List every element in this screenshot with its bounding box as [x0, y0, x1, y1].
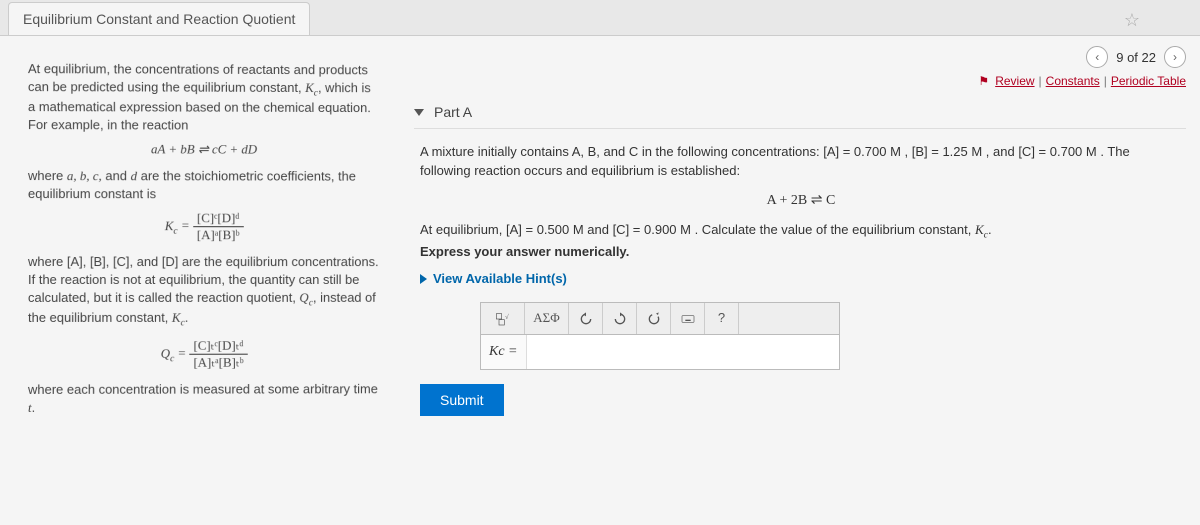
periodic-table-link[interactable]: Periodic Table — [1111, 74, 1186, 88]
question-panel: ☆ ‹ 9 of 22 › ⚑ Review | Constants | Per… — [400, 36, 1200, 525]
keyboard-icon — [680, 311, 696, 327]
coeff-text: where a, b, c, and d are the stoichiomet… — [28, 167, 379, 203]
review-link[interactable]: Review — [995, 74, 1034, 88]
resource-links: ⚑ Review | Constants | Periodic Table — [414, 74, 1186, 88]
answer-input[interactable] — [527, 335, 840, 369]
help-button[interactable]: ? — [705, 303, 739, 334]
redo-icon — [612, 311, 628, 327]
answer-toolbar: √ ΑΣΦ ? — [480, 302, 840, 334]
reaction-equation: A + 2B ⇌ C — [420, 191, 1182, 211]
reset-icon — [646, 311, 662, 327]
question-body: A mixture initially contains A, B, and C… — [414, 129, 1186, 420]
redo-button[interactable] — [603, 303, 637, 334]
answer-prefix: Kc = — [481, 335, 527, 369]
intro-text: At equilibrium, the concentrations of re… — [28, 60, 379, 134]
next-button[interactable]: › — [1164, 46, 1186, 68]
svg-text:√: √ — [505, 313, 509, 321]
star-icon[interactable]: ☆ — [1124, 10, 1140, 31]
description-panel: At equilibrium, the concentrations of re… — [0, 36, 397, 525]
qc-equation: Qc = [C]ₜᶜ[D]ₜᵈ [A]ₜᵃ[B]ₜᵇ — [28, 338, 379, 371]
answer-instruction: Express your answer numerically. — [420, 243, 1182, 262]
answer-input-row: Kc = — [480, 334, 840, 370]
constants-link[interactable]: Constants — [1046, 74, 1100, 88]
kc-equation: Kc = [C]ᶜ[D]ᵈ [A]ᵃ[B]ᵇ — [28, 211, 379, 244]
keyboard-button[interactable] — [671, 303, 705, 334]
undo-button[interactable] — [569, 303, 603, 334]
answer-area: √ ΑΣΦ ? — [480, 302, 840, 370]
prev-button[interactable]: ‹ — [1086, 46, 1108, 68]
templates-icon: √ — [495, 311, 511, 327]
tab-bar: Equilibrium Constant and Reaction Quotie… — [0, 0, 1200, 36]
chevron-right-icon — [420, 274, 427, 284]
page-tab[interactable]: Equilibrium Constant and Reaction Quotie… — [8, 2, 310, 35]
format-templates-button[interactable]: √ — [481, 303, 525, 334]
question-text-1: A mixture initially contains A, B, and C… — [420, 143, 1182, 181]
chevron-down-icon — [414, 109, 424, 116]
flag-icon: ⚑ — [978, 74, 989, 88]
undo-icon — [578, 311, 594, 327]
question-text-2: At equilibrium, [A] = 0.500 M and [C] = … — [420, 221, 1182, 243]
generic-reaction: aA + bB ⇌ cC + dD — [28, 141, 379, 158]
submit-button[interactable]: Submit — [420, 384, 504, 416]
greek-symbols-button[interactable]: ΑΣΦ — [525, 303, 569, 334]
page-position: 9 of 22 — [1116, 50, 1156, 65]
time-text: where each concentration is measured at … — [28, 380, 379, 416]
reset-button[interactable] — [637, 303, 671, 334]
nav-row: ‹ 9 of 22 › — [414, 46, 1186, 68]
main-content: At equilibrium, the concentrations of re… — [0, 36, 1200, 525]
part-header[interactable]: Part A — [414, 98, 1186, 129]
quotient-text: where [A], [B], [C], and [D] are the equ… — [28, 253, 379, 330]
view-hints-link[interactable]: View Available Hint(s) — [420, 270, 1182, 289]
part-title: Part A — [434, 104, 472, 120]
